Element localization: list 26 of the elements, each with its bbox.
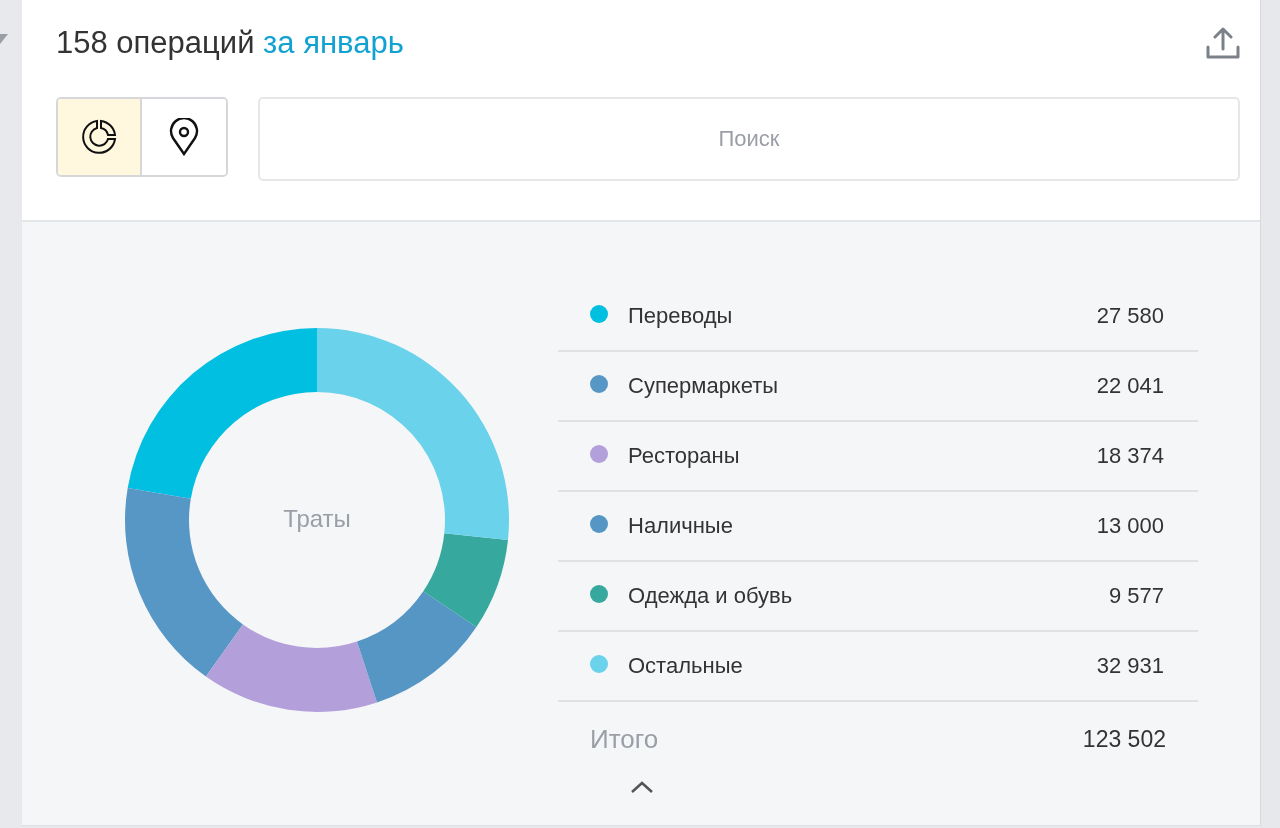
category-amount: 13 000 bbox=[1096, 513, 1164, 539]
caret-icon bbox=[0, 34, 8, 44]
category-name: Одежда и обувь bbox=[628, 583, 794, 609]
total-amount: 123 502 bbox=[1082, 725, 1166, 753]
category-name: Остальные bbox=[628, 653, 744, 679]
category-amount: 22 041 bbox=[1096, 373, 1164, 399]
category-amount: 9 577 bbox=[1108, 583, 1164, 609]
category-name: Рестораны bbox=[628, 443, 741, 469]
category-name: Наличные bbox=[628, 513, 734, 539]
collapse-button[interactable] bbox=[630, 780, 654, 794]
total-label: Итого bbox=[590, 723, 660, 755]
category-amount: 32 931 bbox=[1096, 653, 1164, 679]
map-pin-icon bbox=[169, 118, 199, 156]
period-link[interactable]: за январь bbox=[263, 25, 404, 60]
operations-title: 158 операций за январь bbox=[56, 25, 404, 61]
view-toggle-button[interactable] bbox=[58, 99, 142, 175]
chevron-up-icon bbox=[630, 780, 654, 794]
chart-center-label: Траты bbox=[282, 505, 352, 533]
category-amount: 27 580 bbox=[1096, 303, 1164, 329]
category-name: Супермаркеты bbox=[628, 373, 780, 399]
category-name: Переводы bbox=[628, 303, 734, 329]
export-button[interactable] bbox=[1206, 27, 1240, 59]
donut-chart-icon bbox=[80, 118, 118, 156]
upload-icon bbox=[1206, 27, 1240, 59]
search-field[interactable]: Поиск bbox=[258, 97, 1240, 181]
category-amount: 18 374 bbox=[1096, 443, 1164, 469]
